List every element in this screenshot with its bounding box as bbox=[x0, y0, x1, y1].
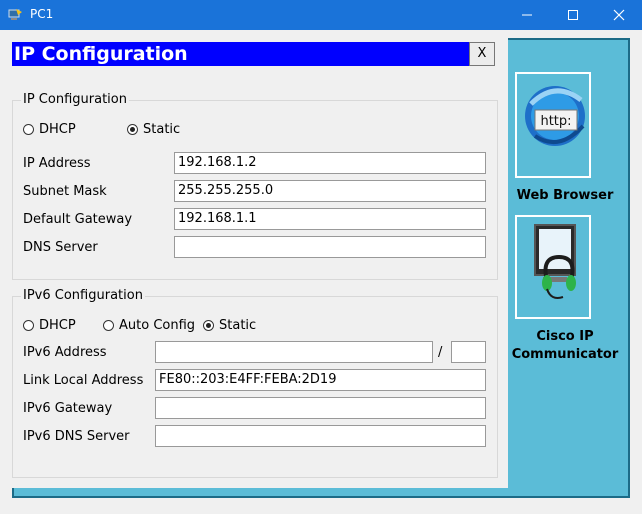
window-title-bar: PC1 bbox=[0, 0, 642, 30]
ipv4-static-label: Static bbox=[143, 122, 181, 137]
ipv6-static-radio[interactable]: Static bbox=[203, 318, 256, 333]
ipv4-dhcp-label: DHCP bbox=[39, 122, 76, 137]
ipv6-gateway-input[interactable] bbox=[155, 397, 486, 419]
web-browser-label[interactable]: Web Browser bbox=[500, 187, 630, 205]
ip-communicator-icon bbox=[534, 224, 576, 299]
ipv6-static-label: Static bbox=[219, 318, 257, 333]
minimize-icon bbox=[522, 14, 532, 16]
ipv6-dns-server-label: IPv6 DNS Server bbox=[23, 429, 130, 444]
subnet-mask-label: Subnet Mask bbox=[23, 184, 107, 199]
close-window-button[interactable] bbox=[596, 0, 642, 30]
ipv6-dhcp-label: DHCP bbox=[39, 318, 76, 333]
ipv6-auto-config-radio[interactable]: Auto Config bbox=[103, 318, 195, 333]
ipv6-auto-config-label: Auto Config bbox=[119, 318, 196, 333]
link-local-address-label: Link Local Address bbox=[23, 373, 144, 388]
ipv4-static-radio-dot bbox=[127, 124, 138, 135]
dialog-close-button[interactable]: X bbox=[469, 42, 495, 66]
ip-communicator-label[interactable]: Cisco IP Communicator bbox=[500, 328, 630, 364]
link-local-address-input[interactable]: FE80::203:E4FF:FEBA:2D19 bbox=[155, 369, 486, 391]
ipv6-group-legend: IPv6 Configuration bbox=[21, 288, 145, 303]
maximize-icon bbox=[568, 10, 578, 20]
dns-server-label: DNS Server bbox=[23, 240, 98, 255]
ipv4-group-legend: IP Configuration bbox=[21, 92, 129, 107]
ipv4-dhcp-radio-dot bbox=[23, 124, 34, 135]
ipv6-gateway-label: IPv6 Gateway bbox=[23, 401, 113, 416]
prefix-separator: / bbox=[438, 345, 443, 360]
ipv4-dhcp-radio[interactable]: DHCP bbox=[23, 122, 76, 137]
ip-communicator-app[interactable] bbox=[515, 215, 591, 319]
ipv6-auto-config-radio-dot bbox=[103, 320, 114, 331]
ipv6-prefix-length-input[interactable] bbox=[451, 341, 486, 363]
dialog-title: IP Configuration bbox=[12, 42, 469, 66]
minimize-button[interactable] bbox=[504, 0, 550, 30]
ipv4-static-radio[interactable]: Static bbox=[127, 122, 180, 137]
web-browser-app[interactable]: http: bbox=[515, 72, 591, 178]
dns-server-input[interactable] bbox=[174, 236, 486, 258]
ip-address-input[interactable]: 192.168.1.2 bbox=[174, 152, 486, 174]
close-icon bbox=[613, 9, 625, 21]
subnet-mask-input[interactable]: 255.255.255.0 bbox=[174, 180, 486, 202]
ipv6-static-radio-dot bbox=[203, 320, 214, 331]
ipv6-dhcp-radio[interactable]: DHCP bbox=[23, 318, 76, 333]
packet-tracer-pc-icon bbox=[8, 9, 22, 20]
ip-address-label: IP Address bbox=[23, 156, 91, 171]
ipv6-address-input[interactable] bbox=[155, 341, 433, 363]
default-gateway-input[interactable]: 192.168.1.1 bbox=[174, 208, 486, 230]
window-title: PC1 bbox=[30, 7, 54, 21]
default-gateway-label: Default Gateway bbox=[23, 212, 133, 227]
ipv6-dhcp-radio-dot bbox=[23, 320, 34, 331]
http-badge: http: bbox=[540, 114, 571, 129]
maximize-button[interactable] bbox=[550, 0, 596, 30]
ipv6-dns-server-input[interactable] bbox=[155, 425, 486, 447]
web-browser-icon: http: bbox=[525, 86, 585, 146]
ipv6-address-label: IPv6 Address bbox=[23, 345, 107, 360]
